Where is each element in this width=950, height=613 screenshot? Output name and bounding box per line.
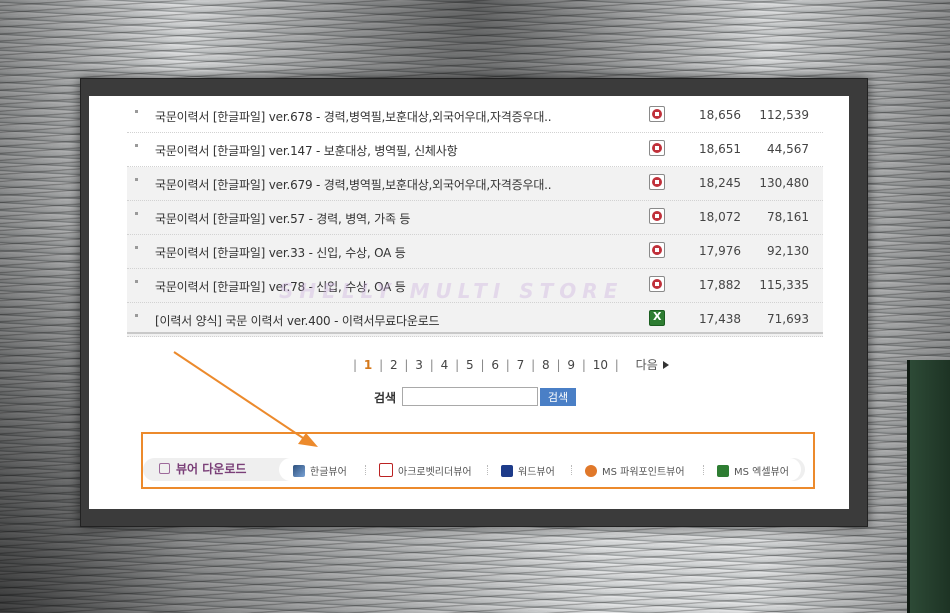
item-download-count: 17,438 (699, 312, 741, 326)
item-title[interactable]: 국문이력서 [한글파일] ver.678 - 경력,병역필,보훈대상,외국어우대… (155, 108, 635, 125)
pagination-separator: | (429, 358, 434, 372)
item-download-count: 18,245 (699, 176, 741, 190)
list-item[interactable]: 국문이력서 [한글파일] ver.57 - 경력, 병역, 가족 등 18,07… (127, 201, 823, 235)
pagination-separator: | (581, 358, 586, 372)
bullet-icon (135, 178, 138, 181)
bullet-icon (135, 144, 138, 147)
item-title[interactable]: [이력서 양식] 국문 이력서 ver.400 - 이력서무료다운로드 (155, 312, 635, 329)
highlight-box (141, 432, 815, 489)
pagination-separator: | (505, 358, 510, 372)
bullet-icon (135, 110, 138, 113)
item-download-count: 18,651 (699, 142, 741, 156)
item-view-count: 112,539 (759, 108, 809, 122)
page-link[interactable]: 6 (491, 358, 499, 372)
pagination-separator: | (480, 358, 485, 372)
search-label: 검색 (374, 391, 397, 405)
page-link[interactable]: 10 (593, 358, 608, 372)
page-link[interactable]: 8 (542, 358, 550, 372)
pagination-separator: | (614, 358, 619, 372)
page-link[interactable]: 3 (415, 358, 423, 372)
list-item[interactable]: 국문이력서 [한글파일] ver.678 - 경력,병역필,보훈대상,외국어우대… (127, 99, 823, 133)
hwp-file-icon (649, 208, 665, 224)
page-link[interactable]: 4 (441, 358, 449, 372)
search-input[interactable] (402, 387, 538, 406)
list-bottom-rule (127, 332, 823, 334)
item-view-count: 78,161 (767, 210, 809, 224)
pagination-separator: | (455, 358, 460, 372)
item-download-count: 18,072 (699, 210, 741, 224)
page-link[interactable]: 2 (390, 358, 398, 372)
item-view-count: 115,335 (759, 278, 809, 292)
item-title[interactable]: 국문이력서 [한글파일] ver.57 - 경력, 병역, 가족 등 (155, 210, 635, 227)
list-item[interactable]: 국문이력서 [한글파일] ver.147 - 보훈대상, 병역필, 신체사항 1… (127, 133, 823, 167)
bullet-icon (135, 314, 138, 317)
pagination-separator: | (404, 358, 409, 372)
excel-file-icon (649, 310, 665, 326)
list-item[interactable]: 국문이력서 [한글파일] ver.679 - 경력,병역필,보훈대상,외국어우대… (127, 167, 823, 201)
page-link-current[interactable]: 1 (364, 358, 372, 372)
item-view-count: 130,480 (759, 176, 809, 190)
search-button[interactable]: 검색 (540, 388, 576, 406)
page-link[interactable]: 9 (567, 358, 575, 372)
hwp-file-icon (649, 174, 665, 190)
pagination-separator: | (379, 358, 384, 372)
binder-edge (907, 360, 950, 613)
pagination-separator: | (531, 358, 536, 372)
pagination: | 1 | 2 | 3 | 4 | 5 | 6 | 7 | 8 | 9 | 10… (350, 356, 669, 372)
pagination-separator: | (353, 358, 358, 372)
list-item[interactable]: 국문이력서 [한글파일] ver.33 - 신입, 수상, OA 등 17,97… (127, 235, 823, 269)
item-title[interactable]: 국문이력서 [한글파일] ver.147 - 보훈대상, 병역필, 신체사항 (155, 142, 635, 159)
item-view-count: 44,567 (767, 142, 809, 156)
hwp-file-icon (649, 140, 665, 156)
pagination-separator: | (556, 358, 561, 372)
bullet-icon (135, 212, 138, 215)
bullet-icon (135, 246, 138, 249)
item-download-count: 17,882 (699, 278, 741, 292)
next-page-link[interactable]: 다음 (636, 356, 669, 373)
hwp-file-icon (649, 276, 665, 292)
hwp-file-icon (649, 106, 665, 122)
hwp-file-icon (649, 242, 665, 258)
item-view-count: 71,693 (767, 312, 809, 326)
triangle-right-icon (662, 361, 669, 369)
page-link[interactable]: 7 (517, 358, 525, 372)
bullet-icon (135, 280, 138, 283)
watermark-text: SHELLY MULTI STORE (279, 279, 624, 303)
next-page-label: 다음 (635, 358, 658, 372)
item-view-count: 92,130 (767, 244, 809, 258)
item-title[interactable]: 국문이력서 [한글파일] ver.679 - 경력,병역필,보훈대상,외국어우대… (155, 176, 635, 193)
item-download-count: 18,656 (699, 108, 741, 122)
item-title[interactable]: 국문이력서 [한글파일] ver.33 - 신입, 수상, OA 등 (155, 244, 635, 261)
item-download-count: 17,976 (699, 244, 741, 258)
page-link[interactable]: 5 (466, 358, 474, 372)
